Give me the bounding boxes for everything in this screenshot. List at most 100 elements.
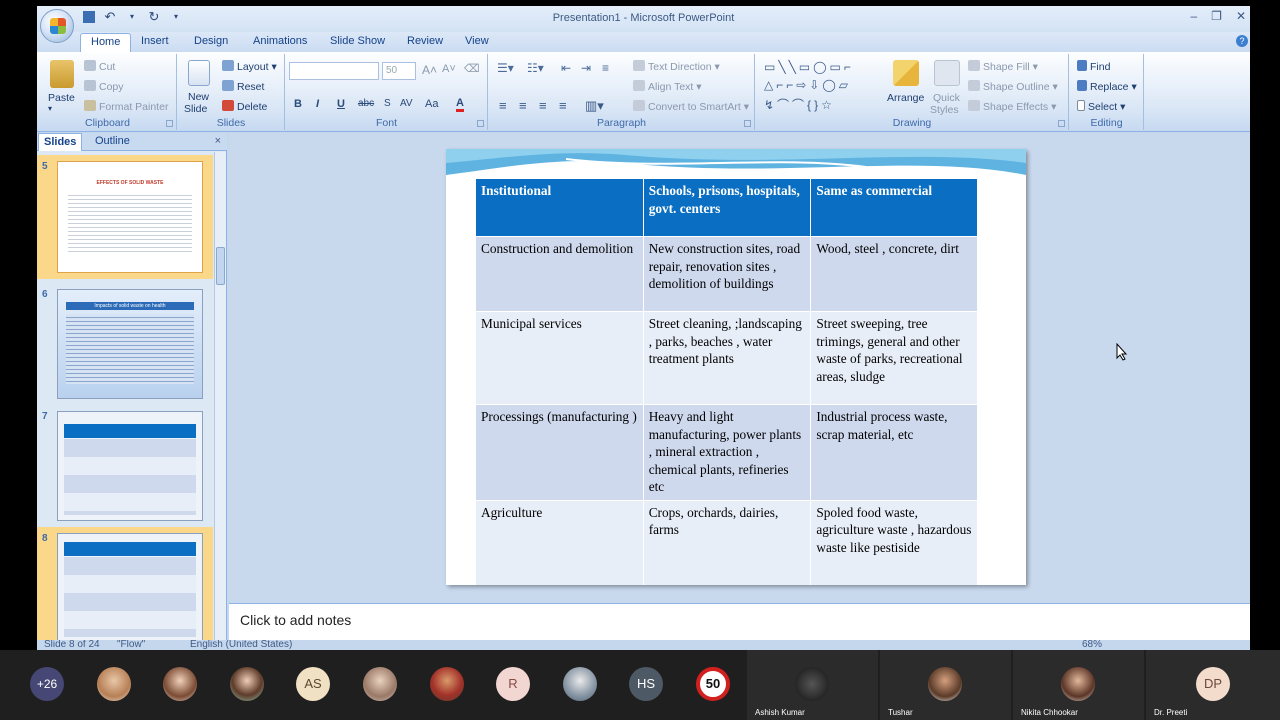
paragraph-launcher-icon[interactable]	[744, 120, 751, 127]
arrange-icon[interactable]	[893, 60, 919, 86]
participant-avatar[interactable]	[163, 667, 197, 701]
font-size-combo[interactable]: 50	[382, 62, 416, 80]
increase-indent-icon[interactable]: ⇥	[581, 61, 591, 75]
tab-design[interactable]: Design	[194, 35, 228, 47]
help-icon[interactable]: ?	[1236, 35, 1248, 47]
shrink-font-icon[interactable]: A˅	[442, 63, 456, 75]
tab-review[interactable]: Review	[407, 35, 443, 47]
slide-thumbnail-6[interactable]: 6 Impacts of solid waste on health	[37, 283, 213, 401]
redo-icon[interactable]: ↻	[147, 10, 161, 24]
dropdown-icon[interactable]: ▾	[125, 10, 139, 24]
participant-avatar[interactable]	[230, 667, 264, 701]
underline-icon[interactable]: U	[337, 98, 345, 110]
office-button[interactable]	[40, 9, 74, 43]
justify-icon[interactable]: ≡	[559, 98, 567, 113]
paste-button[interactable]: Paste	[48, 92, 75, 104]
align-text-button[interactable]: Align Text ▾	[633, 80, 702, 93]
reset-button[interactable]: Reset	[222, 80, 264, 93]
undo-icon[interactable]: ↶	[103, 10, 117, 24]
participant-initials-avatar[interactable]: AS	[296, 667, 330, 701]
shadow-icon[interactable]: S	[384, 98, 391, 109]
new-slide-label[interactable]: New	[188, 91, 209, 103]
shape-fill-button[interactable]: Shape Fill ▾	[968, 60, 1038, 73]
current-slide[interactable]: Institutional Schools, prisons, hospital…	[446, 149, 1026, 585]
italic-icon[interactable]: I	[316, 98, 319, 110]
format-painter-button[interactable]: Format Painter	[84, 100, 168, 113]
participant-tile[interactable]: Tushar	[880, 650, 1011, 720]
line-spacing-icon[interactable]: ≡	[602, 61, 609, 75]
save-icon[interactable]	[83, 11, 95, 23]
shapes-gallery-row2[interactable]: △⌐⌐⇨⇩◯▱	[764, 78, 851, 92]
participant-initials-avatar[interactable]: R	[496, 667, 530, 701]
quick-styles-icon[interactable]	[934, 60, 960, 86]
font-launcher-icon[interactable]	[477, 120, 484, 127]
replace-button[interactable]: Replace ▾	[1077, 80, 1137, 93]
numbering-icon[interactable]: ☷▾	[527, 61, 544, 75]
zoom-level[interactable]: 68%	[1082, 640, 1102, 650]
find-button[interactable]: Find	[1077, 60, 1110, 73]
paste-dropdown-icon[interactable]: ▾	[48, 104, 52, 113]
shapes-gallery[interactable]: ▭╲╲▭◯▭⌐	[764, 60, 854, 74]
strikethrough-icon[interactable]: abc	[358, 98, 374, 109]
restore-icon[interactable]: ❐	[1211, 9, 1222, 23]
grow-font-icon[interactable]: A˄	[422, 63, 437, 77]
participant-tile[interactable]: Ashish Kumar	[747, 650, 878, 720]
language-status[interactable]: English (United States)	[190, 640, 292, 650]
shape-outline-button[interactable]: Shape Outline ▾	[968, 80, 1058, 93]
align-right-icon[interactable]: ≡	[539, 98, 547, 113]
participant-avatar[interactable]	[97, 667, 131, 701]
tab-view[interactable]: View	[465, 35, 489, 47]
participant-tile[interactable]: Nikita Chhookar	[1013, 650, 1144, 720]
bold-icon[interactable]: B	[294, 98, 302, 110]
slide-thumbnail-8[interactable]: 8	[37, 527, 213, 642]
shapes-gallery-row3[interactable]: ↯⌒⌒{}☆	[764, 96, 835, 113]
tab-slide-show[interactable]: Slide Show	[330, 35, 385, 47]
tab-animations[interactable]: Animations	[253, 35, 307, 47]
slide-thumbnail-7[interactable]: 7	[37, 405, 213, 523]
slide-thumbnail-5[interactable]: 5 EFFECTS OF SOLID WASTE	[37, 155, 213, 279]
minimize-icon[interactable]: –	[1190, 9, 1197, 23]
arrange-button[interactable]: Arrange	[887, 92, 924, 104]
more-participants-badge[interactable]: +26	[30, 667, 64, 701]
tab-outline[interactable]: Outline	[95, 135, 130, 147]
dialog-launcher-icon[interactable]	[166, 120, 173, 127]
participant-avatar[interactable]	[430, 667, 464, 701]
quick-styles-label-2[interactable]: Styles	[930, 104, 959, 116]
cut-button[interactable]: Cut	[84, 60, 115, 73]
participant-tile[interactable]: DP Dr. Preeti	[1146, 650, 1280, 720]
char-spacing-icon[interactable]: AV	[400, 98, 413, 109]
align-left-icon[interactable]: ≡	[499, 98, 507, 113]
quick-styles-label[interactable]: Quick	[933, 92, 960, 104]
select-button[interactable]: Select ▾	[1077, 100, 1125, 113]
close-pane-icon[interactable]: ×	[215, 135, 221, 147]
paste-icon[interactable]	[50, 60, 74, 88]
columns-icon[interactable]: ▥▾	[585, 98, 604, 114]
delete-button[interactable]: Delete	[222, 100, 267, 113]
bullets-icon[interactable]: ☰▾	[497, 61, 514, 75]
tab-insert[interactable]: Insert	[141, 35, 169, 47]
pane-scrollbar[interactable]	[214, 152, 226, 642]
copy-button[interactable]: Copy	[84, 80, 124, 93]
change-case-icon[interactable]: Aa	[425, 98, 438, 110]
tab-slides[interactable]: Slides	[38, 133, 83, 151]
align-center-icon[interactable]: ≡	[519, 98, 527, 113]
clear-format-icon[interactable]: ⌫	[464, 62, 480, 75]
new-slide-icon[interactable]	[188, 60, 210, 86]
font-name-combo[interactable]	[289, 62, 379, 80]
participant-initials-avatar[interactable]: HS	[629, 667, 663, 701]
text-direction-button[interactable]: Text Direction ▾	[633, 60, 720, 73]
shape-effects-button[interactable]: Shape Effects ▾	[968, 100, 1056, 113]
decrease-indent-icon[interactable]: ⇤	[561, 61, 571, 75]
close-icon[interactable]: ✕	[1236, 9, 1246, 23]
participant-avatar[interactable]	[563, 667, 597, 701]
notes-pane[interactable]: Click to add notes	[229, 603, 1250, 640]
customize-icon[interactable]: ▾	[169, 10, 183, 24]
tab-home[interactable]: Home	[80, 33, 132, 52]
convert-smartart-button[interactable]: Convert to SmartArt ▾	[633, 100, 749, 113]
participant-avatar[interactable]	[363, 667, 397, 701]
font-color-icon[interactable]: A	[456, 98, 464, 112]
new-slide-label-2[interactable]: Slide	[184, 103, 207, 115]
layout-button[interactable]: Layout ▾	[222, 60, 277, 73]
pane-scroll-thumb[interactable]	[216, 247, 225, 285]
drawing-launcher-icon[interactable]	[1058, 120, 1065, 127]
